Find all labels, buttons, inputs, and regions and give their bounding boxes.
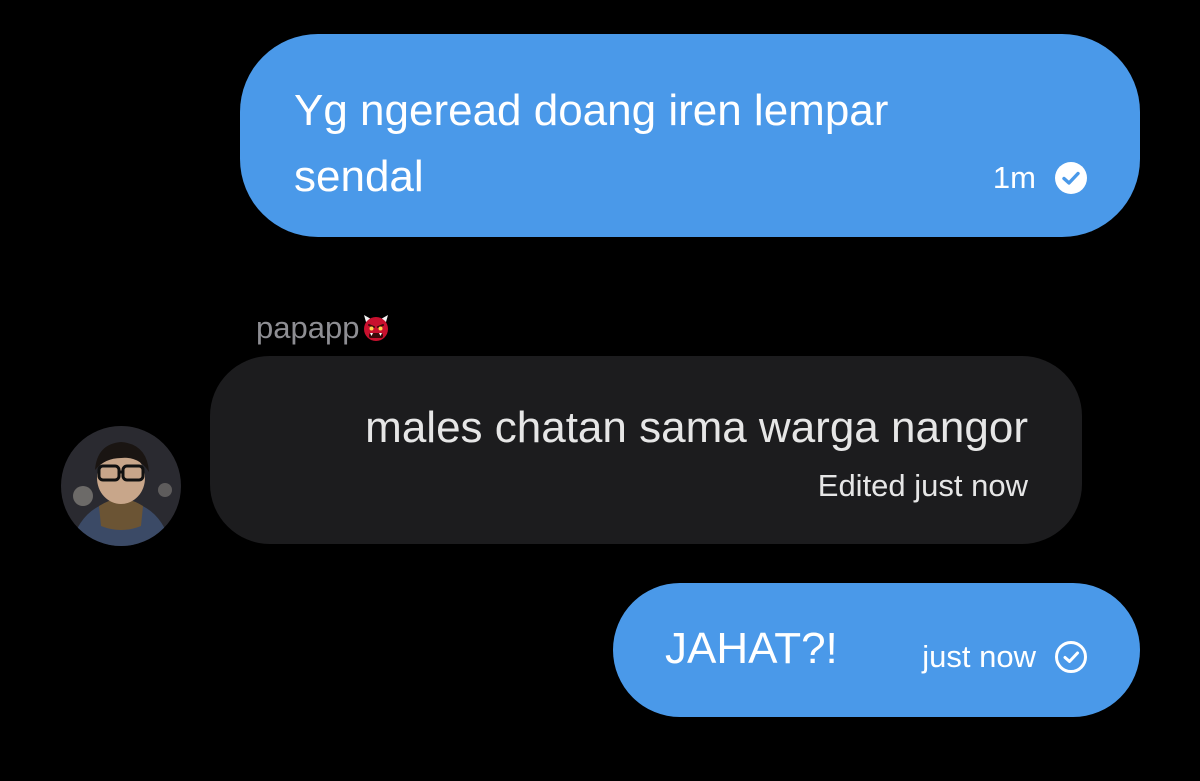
ogre-emoji-icon bbox=[364, 315, 389, 341]
check-circle-outline-icon bbox=[1055, 641, 1087, 673]
sender-avatar[interactable] bbox=[61, 426, 181, 546]
sent-message-bubble[interactable]: Yg ngeread doang iren lempar sendal 1m bbox=[240, 34, 1140, 237]
sender-name: papapp bbox=[256, 306, 391, 350]
message-text: Yg ngeread doang iren lempar sendal bbox=[294, 86, 889, 201]
message-time: just now bbox=[922, 639, 1036, 674]
edited-label: Edited just now bbox=[817, 468, 1028, 503]
avatar-image bbox=[61, 426, 181, 546]
received-message-bubble[interactable]: males chatan sama warga nangor Edited ju… bbox=[210, 356, 1082, 544]
message-time: 1m bbox=[992, 160, 1036, 195]
message-text: males chatan sama warga nangor bbox=[365, 403, 1028, 452]
sender-name-text: papapp bbox=[256, 310, 360, 345]
message-meta: 1m bbox=[993, 158, 1088, 198]
message-meta: just now bbox=[922, 637, 1088, 677]
sent-message-bubble[interactable]: JAHAT?! just now bbox=[613, 583, 1140, 717]
message-text: JAHAT?! bbox=[665, 624, 838, 673]
check-circle-filled-icon bbox=[1055, 162, 1087, 194]
